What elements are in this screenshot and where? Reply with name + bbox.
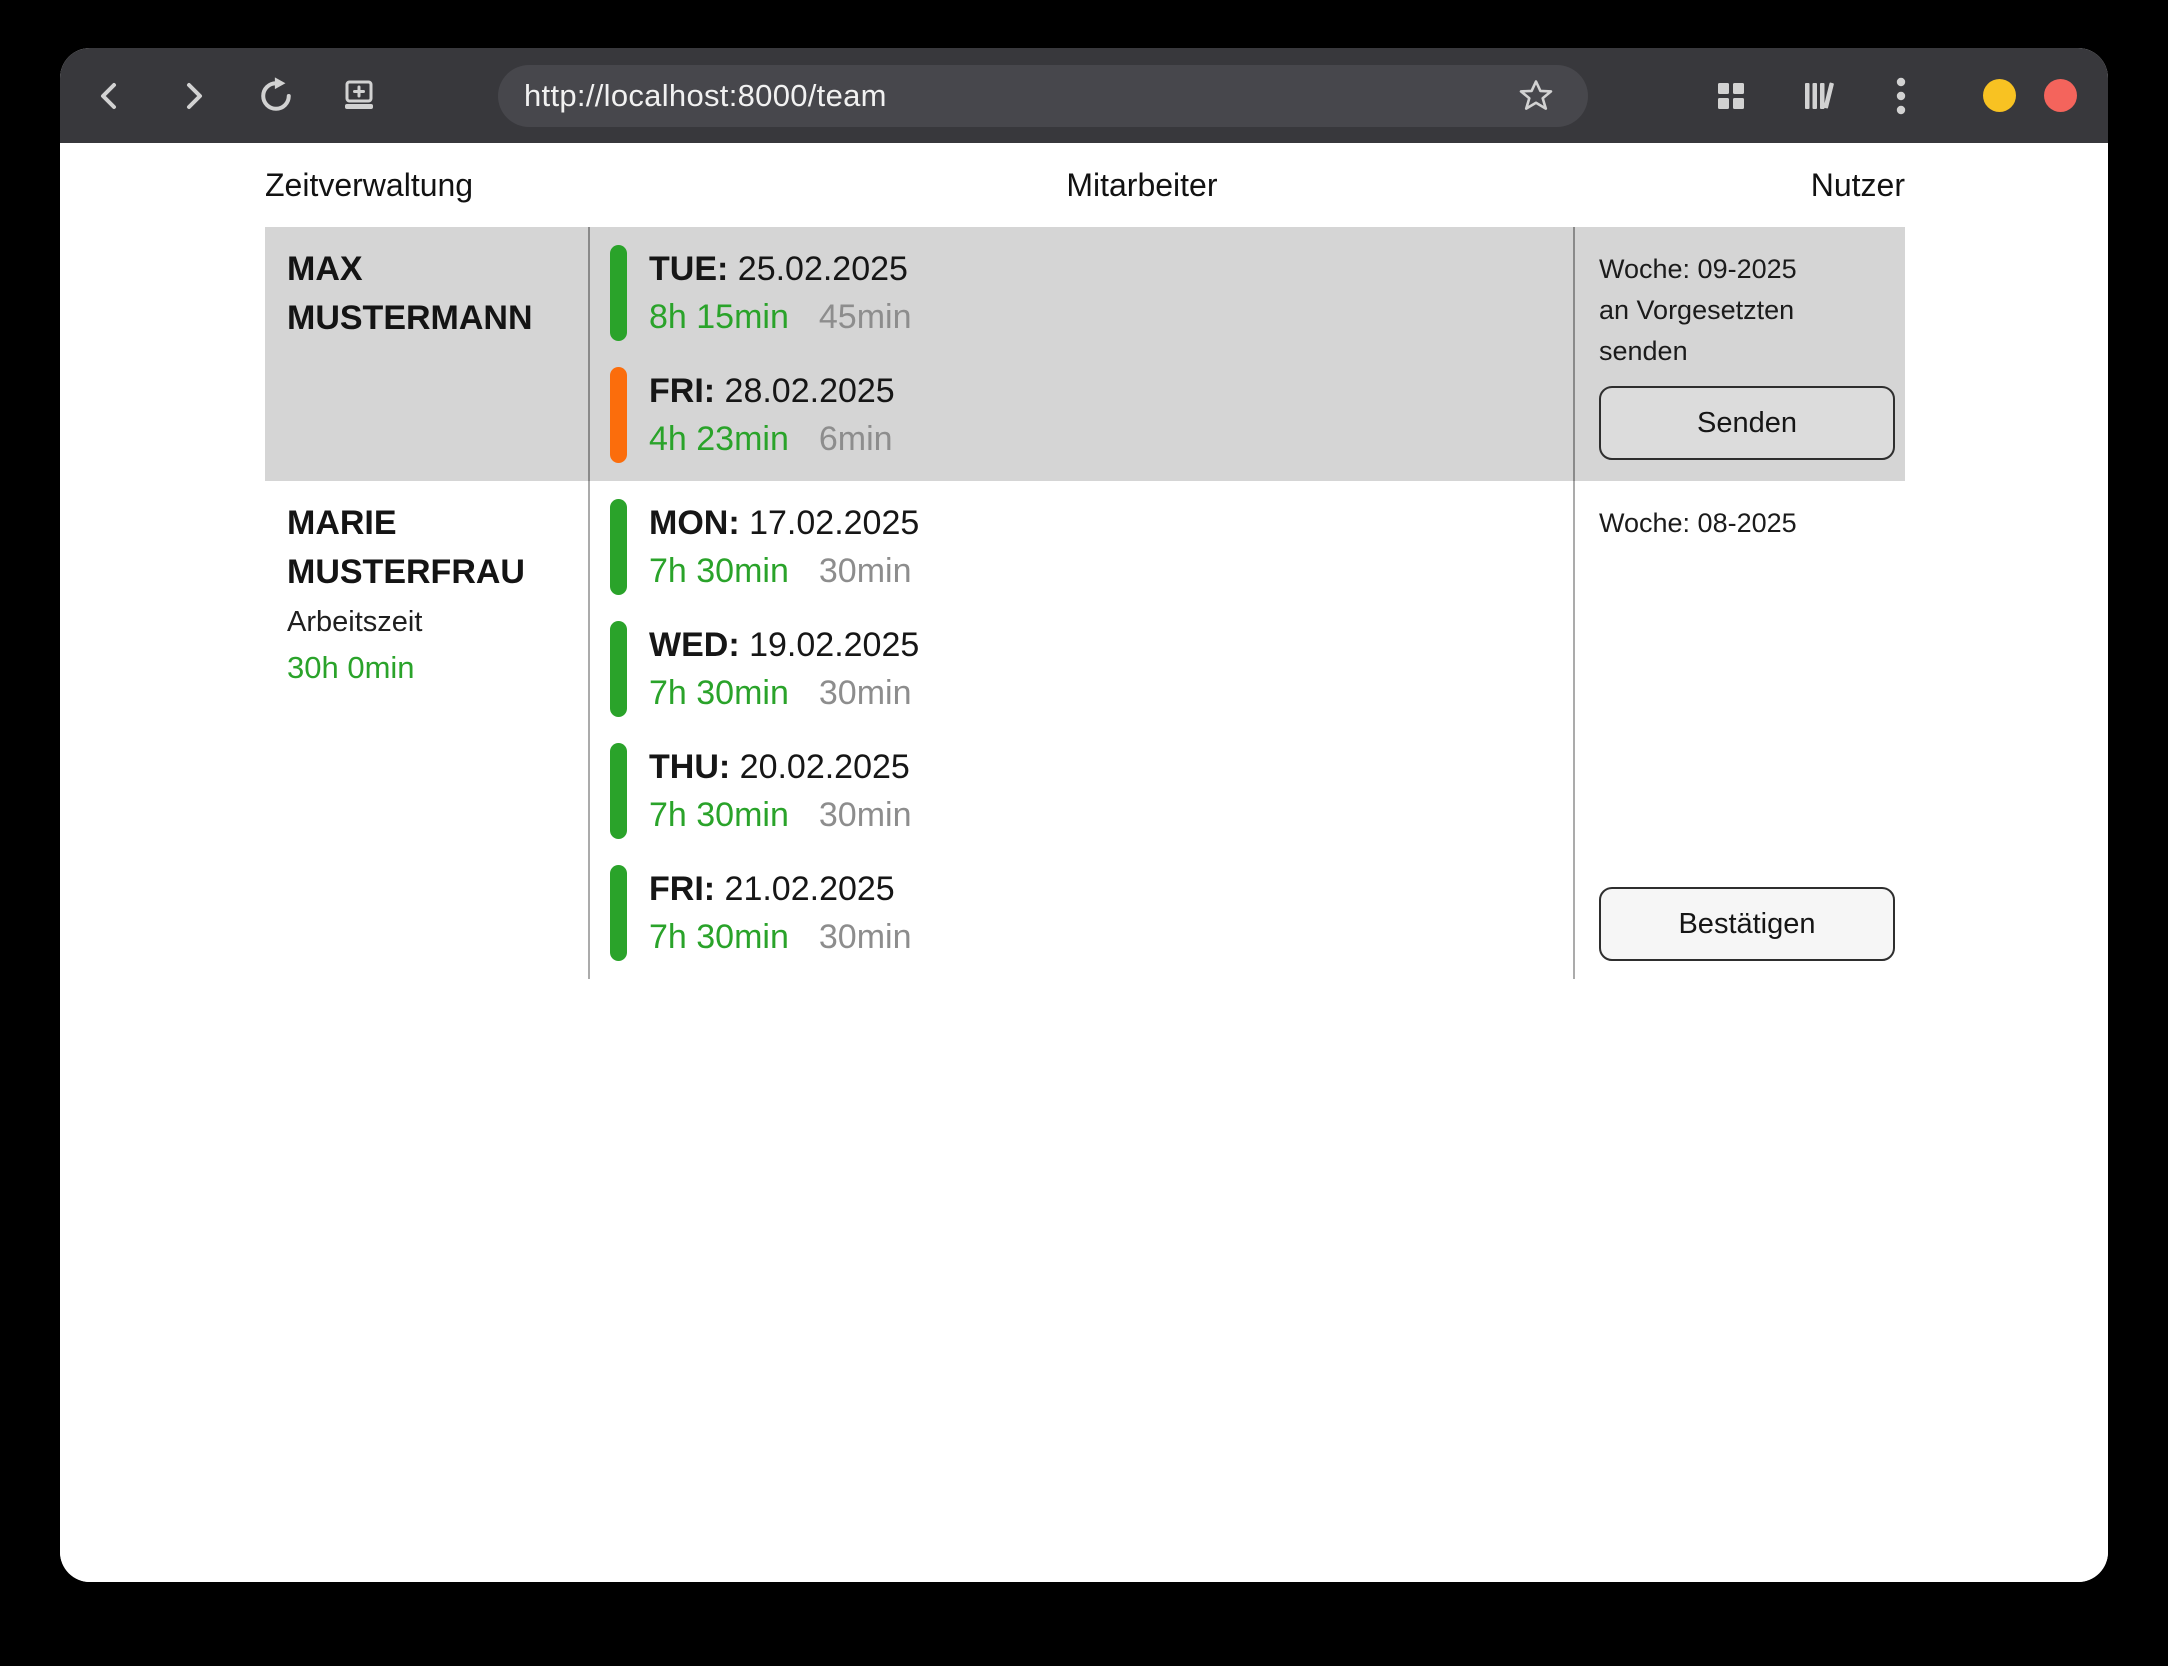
url-text: http://localhost:8000/team [524,78,887,114]
employee-name-cell: MAX MUSTERMANN [265,227,588,481]
entry-status-bar [610,743,627,839]
entry-day: TUE: [649,250,728,288]
entry-pause-time: 30min [819,796,912,834]
entry-day: MON: [649,504,740,542]
page-content: Zeitverwaltung Mitarbeiter Nutzer MAX MU… [60,143,2108,1582]
apps-grid-icon[interactable] [1705,70,1757,122]
reload-icon[interactable] [250,70,302,122]
entry-date: 25.02.2025 [738,250,908,288]
entry-date: 17.02.2025 [749,504,919,542]
week-label: senden [1599,331,1879,372]
time-entry: MON: 17.02.2025 7h 30min 30min [610,499,1573,595]
entry-day: THU: [649,748,730,786]
browser-toolbar: http://localhost:8000/team [60,48,2108,143]
url-bar[interactable]: http://localhost:8000/team [498,65,1588,127]
time-entry: FRI: 28.02.2025 4h 23min 6min [610,367,1573,463]
table-row: MARIE MUSTERFRAU Arbeitszeit 30h 0min MO… [265,481,1905,979]
entry-work-time: 4h 23min [649,420,789,458]
entry-work-time: 7h 30min [649,796,789,834]
kebab-menu-icon[interactable] [1875,70,1927,122]
entry-day: WED: [649,626,740,664]
nav-item-mitarbeiter[interactable]: Mitarbeiter [1066,167,1217,204]
employee-name-line: MUSTERMANN [287,294,570,343]
time-entries-cell: TUE: 25.02.2025 8h 15min 45min FRI: 28.02… [588,227,1573,481]
nav-item-zeitverwaltung[interactable]: Zeitverwaltung [265,167,473,204]
library-icon[interactable] [1792,70,1844,122]
bookmark-star-icon[interactable] [1510,70,1562,122]
entry-work-time: 7h 30min [649,918,789,956]
time-entries-cell: MON: 17.02.2025 7h 30min 30min WED: 19.02… [588,481,1573,979]
entry-date: 21.02.2025 [725,870,895,908]
minimize-window-button[interactable] [1983,79,2016,112]
employee-name-cell: MARIE MUSTERFRAU Arbeitszeit 30h 0min [265,481,588,979]
close-window-button[interactable] [2044,79,2077,112]
entry-pause-time: 45min [819,298,912,336]
entry-status-bar [610,621,627,717]
week-label: Woche: 08-2025 [1599,503,1879,544]
entry-date: 19.02.2025 [749,626,919,664]
time-entry: FRI: 21.02.2025 7h 30min 30min [610,865,1573,961]
entry-pause-time: 30min [819,674,912,712]
top-navigation: Zeitverwaltung Mitarbeiter Nutzer [265,143,1905,227]
entry-work-time: 7h 30min [649,674,789,712]
entry-status-bar [610,499,627,595]
browser-window: http://localhost:8000/team [60,48,2108,1582]
entry-date: 28.02.2025 [725,372,895,410]
entry-status-bar [610,865,627,961]
entry-pause-time: 30min [819,918,912,956]
week-action-cell: Woche: 08-2025 Bestätigen [1573,481,1903,979]
entry-pause-time: 30min [819,552,912,590]
entry-work-time: 8h 15min [649,298,789,336]
employee-name-line: MARIE [287,499,570,548]
employee-name-line: MAX [287,245,570,294]
worktime-label: Arbeitszeit [287,599,570,645]
entry-day: FRI: [649,372,715,410]
week-label: an Vorgesetzten [1599,290,1879,331]
back-icon[interactable] [84,70,136,122]
senden-button[interactable]: Senden [1599,386,1895,460]
entry-date: 20.02.2025 [740,748,910,786]
time-entry: TUE: 25.02.2025 8h 15min 45min [610,245,1573,341]
entry-status-bar [610,245,627,341]
nav-item-nutzer[interactable]: Nutzer [1811,167,1905,204]
time-entry: WED: 19.02.2025 7h 30min 30min [610,621,1573,717]
time-entry: THU: 20.02.2025 7h 30min 30min [610,743,1573,839]
entry-status-bar [610,367,627,463]
team-table: MAX MUSTERMANN TUE: 25.02.2025 8h 15min 4… [265,227,1905,979]
week-label: Woche: 09-2025 [1599,249,1879,290]
bestaetigen-button[interactable]: Bestätigen [1599,887,1895,961]
table-row: MAX MUSTERMANN TUE: 25.02.2025 8h 15min 4… [265,227,1905,481]
entry-day: FRI: [649,870,715,908]
forward-icon[interactable] [167,70,219,122]
employee-name-line: MUSTERFRAU [287,548,570,597]
entry-work-time: 7h 30min [649,552,789,590]
week-action-cell: Woche: 09-2025 an Vorgesetzten senden Se… [1573,227,1903,481]
install-app-icon[interactable] [333,70,385,122]
entry-pause-time: 6min [819,420,893,458]
worktime-total: 30h 0min [287,645,570,691]
